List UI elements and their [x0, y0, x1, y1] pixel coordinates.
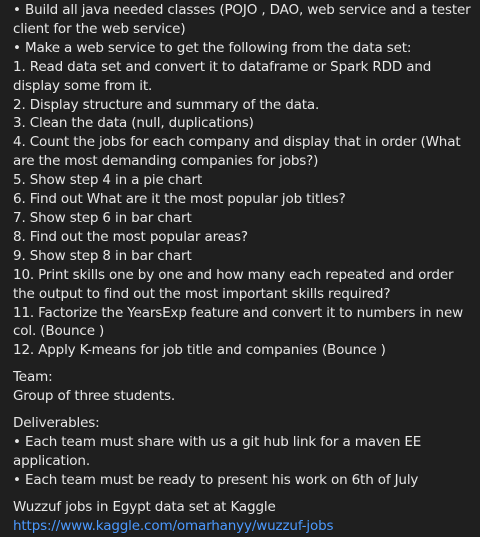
requirement-item: 4. Count the jobs for each company and d…: [13, 134, 461, 170]
requirement-item: 1. Read data set and convert it to dataf…: [13, 58, 432, 94]
requirement-item: 11. Factorize the YearsExp feature and c…: [13, 304, 463, 340]
team-section: Team: Group of three students.: [13, 368, 472, 406]
requirement-item: 5. Show step 4 in a pie chart: [13, 172, 203, 189]
requirement-item: 10. Print skills one by one and how many…: [13, 266, 454, 302]
dataset-title: Wuzzuf jobs in Egypt data set at Kaggle: [13, 498, 276, 515]
requirement-item: 2. Display structure and summary of the …: [13, 96, 320, 113]
requirement-item: 9. Show step 8 in bar chart: [13, 247, 192, 264]
requirement-item: 6. Find out What are it the most popular…: [13, 191, 346, 208]
requirement-item: • Make a web service to get the followin…: [13, 39, 412, 56]
dataset-link[interactable]: https://www.kaggle.com/omarhanyy/wuzzuf-…: [13, 518, 334, 534]
team-heading: Team:: [13, 369, 53, 386]
deliverable-item: • Each team must be ready to present his…: [13, 471, 419, 488]
dataset-section: Wuzzuf jobs in Egypt data set at Kaggle …: [13, 498, 472, 536]
requirement-item: • Build all java needed classes (POJO , …: [13, 2, 471, 37]
deliverables-heading: Deliverables:: [13, 415, 100, 432]
requirement-item: 12. Apply K-means for job title and comp…: [13, 342, 386, 359]
deliverables-section: Deliverables: • Each team must share wit…: [13, 414, 472, 490]
requirement-item: 7. Show step 6 in bar chart: [13, 209, 192, 226]
requirement-item: 8. Find out the most popular areas?: [13, 228, 248, 245]
deliverable-item: • Each team must share with us a git hub…: [13, 433, 422, 469]
team-text: Group of three students.: [13, 388, 176, 405]
requirement-item: 3. Clean the data (null, duplications): [13, 115, 254, 132]
chat-message-body: • Build all java needed classes (POJO , …: [0, 0, 480, 537]
requirements-list: • Build all java needed classes (POJO , …: [13, 1, 472, 360]
